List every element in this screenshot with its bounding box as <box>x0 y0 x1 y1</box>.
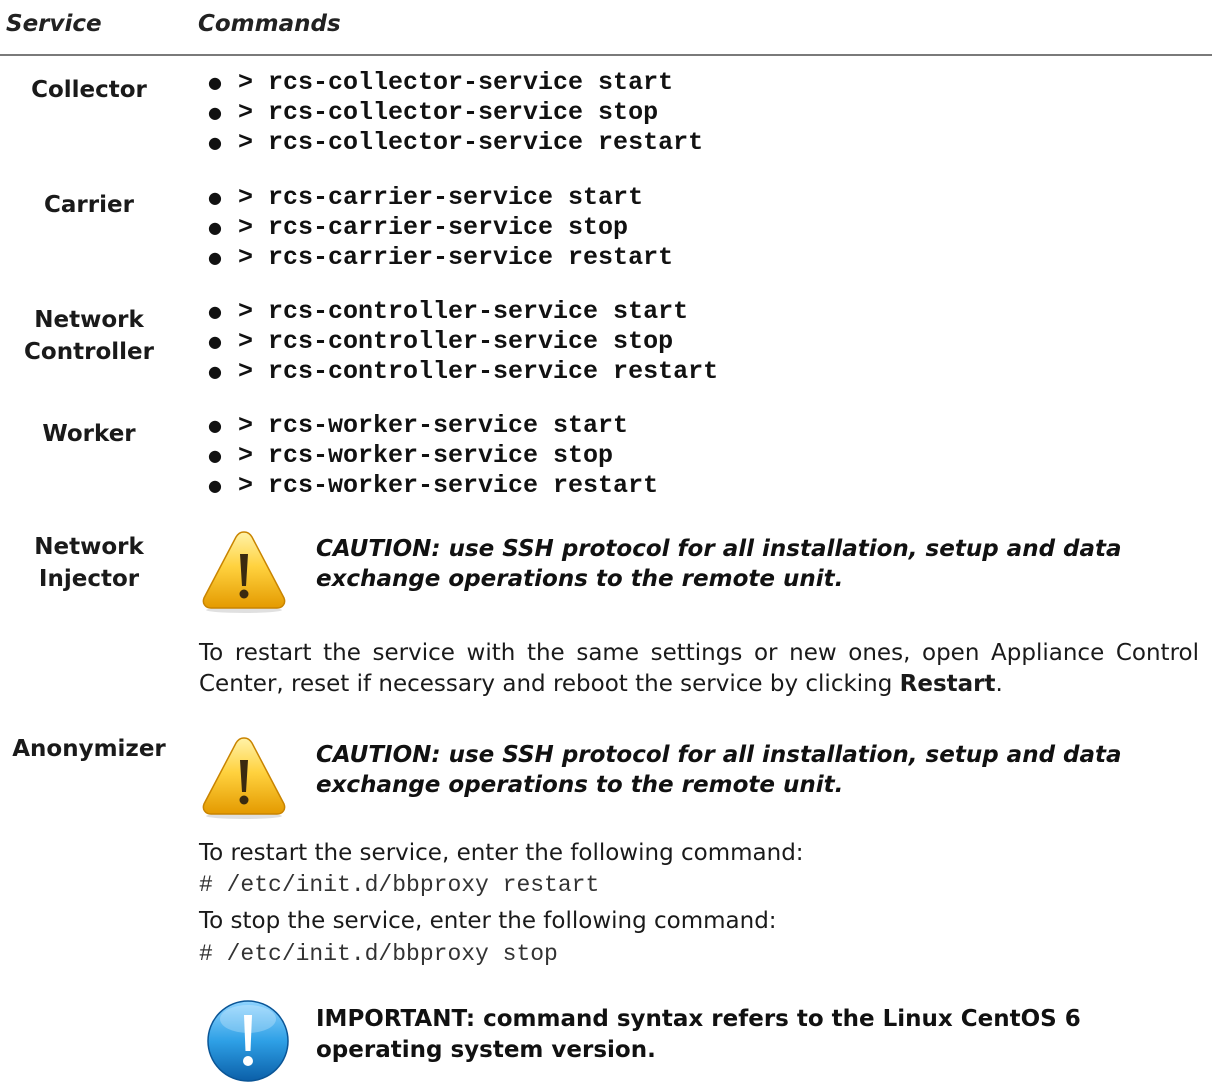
command-item: ● > rcs-worker-service stop <box>208 441 614 470</box>
service-label-worker: Worker <box>42 421 136 447</box>
service-label-carrier: Carrier <box>44 192 134 218</box>
service-label-network-injector: Network Injector <box>34 534 144 592</box>
header-commands: Commands <box>198 11 341 37</box>
restart-keyword: Restart <box>899 671 996 697</box>
service-label-collector: Collector <box>31 77 147 103</box>
command-item: ● > rcs-controller-service stop <box>208 327 674 356</box>
command-item: ● > rcs-worker-service restart <box>208 471 659 500</box>
command-item: ● > rcs-controller-service start <box>208 297 689 326</box>
command-list-network-controller: ● > rcs-controller-service start ● > rcs-c… <box>208 297 719 387</box>
command-item: ● > rcs-carrier-service stop <box>208 213 629 242</box>
command-item: ● > rcs-carrier-service restart <box>208 243 674 272</box>
command-item: ● > rcs-collector-service start <box>208 68 674 97</box>
command-item: ● > rcs-controller-service restart <box>208 357 719 386</box>
command-item: ● > rcs-carrier-service start <box>208 183 644 212</box>
service-label-anonymizer: Anonymizer <box>12 736 166 762</box>
command-item: ● > rcs-collector-service restart <box>208 128 704 157</box>
important-note: IMPORTANT: command syntax refers to the … <box>316 1006 1081 1063</box>
command-list-carrier: ● > rcs-carrier-service start ● > rcs-carr… <box>208 183 674 273</box>
caution-text-network-injector: CAUTION: use SSH protocol for all instal… <box>316 536 1122 592</box>
header-service: Service <box>6 11 102 37</box>
command-item: ● > rcs-collector-service stop <box>208 98 659 127</box>
stop-command: # /etc/init.d/bbproxy stop <box>199 941 558 967</box>
command-list-worker: ● > rcs-worker-service start ● > rcs-worke… <box>208 411 659 501</box>
exclamation-info-icon <box>204 995 292 1083</box>
restart-intro: To restart the service, enter the follow… <box>199 840 804 866</box>
command-list-collector: ● > rcs-collector-service start ● > rcs-co… <box>208 68 704 158</box>
warning-triangle-icon <box>200 732 288 820</box>
warning-triangle-icon <box>200 526 288 614</box>
caution-text-anonymizer: CAUTION: use SSH protocol for all instal… <box>316 742 1122 798</box>
service-label-network-controller: Network Controller <box>24 307 154 365</box>
restart-command: # /etc/init.d/bbproxy restart <box>199 872 600 898</box>
command-item: ● > rcs-worker-service start <box>208 411 629 440</box>
restart-instructions-network-injector: To restart the service with the same set… <box>199 640 1199 697</box>
stop-intro: To stop the service, enter the following… <box>199 908 777 934</box>
table-header: Service Commands <box>0 0 1212 56</box>
